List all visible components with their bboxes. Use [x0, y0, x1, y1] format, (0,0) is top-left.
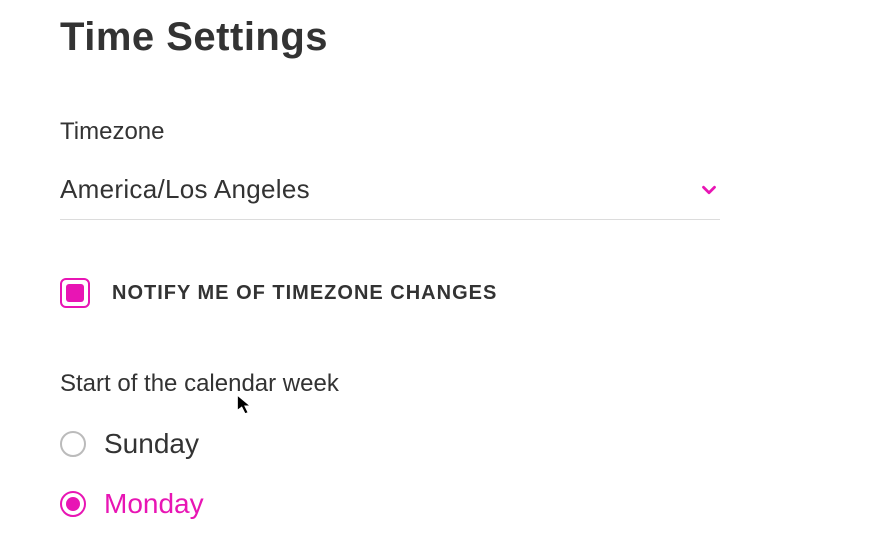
notify-label: NOTIFY ME OF TIMEZONE CHANGES: [112, 282, 497, 305]
radio-monday[interactable]: Monday: [60, 488, 828, 520]
radio-icon: [60, 431, 86, 457]
radio-label: Sunday: [104, 428, 199, 460]
week-start-label: Start of the calendar week: [60, 370, 828, 398]
radio-sunday[interactable]: Sunday: [60, 428, 828, 460]
chevron-down-icon: [698, 179, 720, 201]
timezone-select[interactable]: America/Los Angeles: [60, 174, 720, 220]
checkbox-checked-icon: [66, 284, 84, 302]
radio-label: Monday: [104, 488, 204, 520]
radio-icon: [60, 491, 86, 517]
page-title: Time Settings: [60, 15, 828, 60]
radio-selected-icon: [66, 497, 80, 511]
timezone-label: Timezone: [60, 118, 828, 146]
timezone-value: America/Los Angeles: [60, 174, 310, 205]
notify-checkbox[interactable]: [60, 278, 90, 308]
